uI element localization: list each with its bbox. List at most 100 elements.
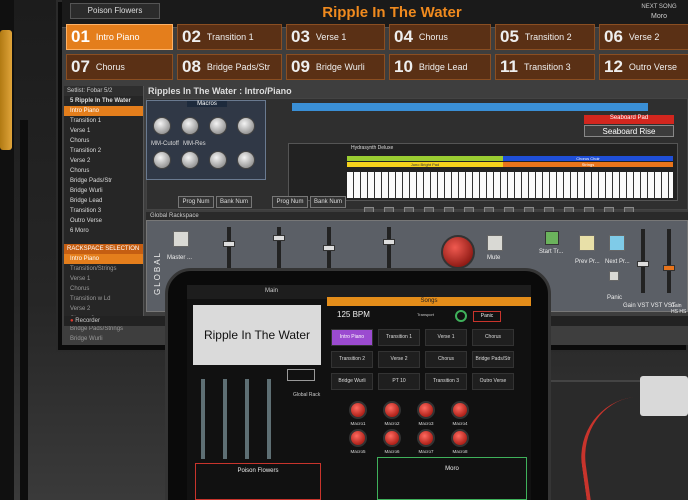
rackspace-item[interactable]: Verse 1 [64, 274, 143, 284]
song-part-06[interactable]: 06 Verse 2 [599, 24, 688, 50]
macro-knob-2[interactable] [181, 117, 199, 135]
tablet-part-button[interactable]: Outro Verse [472, 373, 514, 390]
tablet-part-button[interactable]: Chorus [425, 351, 467, 368]
bank-num-1[interactable]: Bank Num [216, 196, 252, 208]
fader-3[interactable] [323, 245, 335, 251]
setlist-part[interactable]: Transition 3 [64, 206, 143, 216]
tablet-macro-knob[interactable] [349, 401, 367, 419]
macro-knob-3[interactable] [209, 117, 227, 135]
setlist-select[interactable]: Fobar 5/2 [87, 88, 113, 94]
start-label: Start Tr... [539, 249, 564, 255]
tablet-slider-2[interactable] [223, 379, 227, 459]
start-button[interactable] [545, 231, 559, 245]
tab-songs[interactable]: Songs [327, 297, 531, 306]
fader-2[interactable] [273, 235, 285, 241]
tablet-macro-knob[interactable] [451, 429, 469, 447]
tablet-part-button[interactable]: Transition 1 [378, 329, 420, 346]
setlist-part[interactable]: Transition 2 [64, 146, 143, 156]
setlist-part[interactable]: Bridge Wurli [64, 186, 143, 196]
tab-main[interactable]: Main [265, 288, 278, 294]
prev-preset-button[interactable] [579, 235, 595, 251]
song-part-04[interactable]: 04 Chorus [389, 24, 491, 50]
song-part-11[interactable]: 11 Transition 3 [495, 54, 595, 80]
setlist-part[interactable]: Transition 1 [64, 116, 143, 126]
record-icon[interactable]: ● [70, 318, 74, 324]
tablet-slider-4[interactable] [267, 379, 271, 459]
tablet-slider-3[interactable] [245, 379, 249, 459]
next-song-button[interactable]: NEXT SONG Moro [634, 2, 684, 22]
macro-knob-4[interactable] [237, 117, 255, 135]
setlist-part[interactable]: Verse 2 [64, 156, 143, 166]
tablet-macro-knob[interactable] [451, 401, 469, 419]
rackspace-item[interactable]: Intro Piano [64, 254, 143, 264]
rackspace-item[interactable]: Bridge Wurli [64, 334, 143, 344]
prog-num-1[interactable]: Prog Num [178, 196, 214, 208]
tablet-slider-1[interactable] [201, 379, 205, 459]
rackspace-item[interactable]: Verse 2 [64, 304, 143, 314]
song-part-05[interactable]: 05 Transition 2 [495, 24, 595, 50]
tablet-part-button[interactable]: Chorus [472, 329, 514, 346]
song-part-01[interactable]: 01 Intro Piano [66, 24, 173, 50]
volume-knob[interactable] [441, 235, 475, 269]
fader-4[interactable] [383, 239, 395, 245]
song-part-03[interactable]: 03 Verse 1 [286, 24, 385, 50]
tablet-macro-knob[interactable] [383, 429, 401, 447]
gain-vst-fader[interactable] [637, 261, 649, 267]
tablet-macro-knob[interactable] [349, 429, 367, 447]
prev-song-button[interactable]: Poison Flowers [70, 3, 160, 19]
rackspace-item[interactable]: Chorus [64, 284, 143, 294]
song-part-name: Verse 1 [315, 32, 347, 42]
tablet-part-button[interactable]: Bridge Pads/Str [472, 351, 514, 368]
setlist-part[interactable]: Bridge Pads/Str [64, 176, 143, 186]
setlist-part[interactable]: Chorus [64, 166, 143, 176]
macro-knob-5[interactable] [153, 151, 171, 169]
panic-button[interactable] [609, 271, 619, 281]
next-preset-button[interactable] [609, 235, 625, 251]
tablet-part-button[interactable]: Intro Piano [331, 329, 373, 346]
tablet-macro-knob[interactable] [383, 401, 401, 419]
tablet-part-button[interactable]: PT 10 [378, 373, 420, 390]
rackspace-item[interactable]: Transition/Strings [64, 264, 143, 274]
rackspace-item[interactable]: Transition w Ld [64, 294, 143, 304]
song-part-02[interactable]: 02 Transition 1 [177, 24, 282, 50]
tablet-bpm[interactable]: 125 BPM [337, 310, 370, 319]
macro-knob-7[interactable] [209, 151, 227, 169]
tablet-panic-button[interactable]: Panic [473, 311, 501, 322]
tablet-part-button[interactable]: Bridge Wurli [331, 373, 373, 390]
setlist-part[interactable]: Intro Piano [64, 106, 143, 116]
tablet-macro-knob[interactable] [417, 429, 435, 447]
macro-knob-6[interactable] [181, 151, 199, 169]
master-button[interactable] [173, 231, 189, 247]
macro-knob-1[interactable] [153, 117, 171, 135]
tablet-part-button[interactable]: Verse 2 [378, 351, 420, 368]
song-part-12[interactable]: 12 Outro Verse [599, 54, 688, 80]
tablet-part-button[interactable]: Verse 1 [425, 329, 467, 346]
tablet-part-button[interactable]: Transition 3 [425, 373, 467, 390]
setlist-part[interactable]: Verse 1 [64, 126, 143, 136]
tablet-macro-knob[interactable] [417, 401, 435, 419]
song-part-name: Transition 1 [206, 32, 254, 42]
tablet-part-button[interactable]: Transition 2 [331, 351, 373, 368]
bank-num-2[interactable]: Bank Num [310, 196, 346, 208]
fader-1[interactable] [223, 241, 235, 247]
gain-hs-fader[interactable] [663, 265, 675, 271]
setlist-part[interactable]: Chorus [64, 136, 143, 146]
mute-button[interactable] [487, 235, 503, 251]
seaboard-rise[interactable]: Seaboard Rise [584, 125, 674, 137]
setlist-next-song[interactable]: 6 Moro [64, 226, 143, 236]
song-part-09[interactable]: 09 Bridge Wurli [286, 54, 385, 80]
tablet-next-song[interactable]: Moro [377, 457, 527, 500]
synth-name: Hydrasynth Deluxe [351, 145, 394, 151]
tablet-play-indicator[interactable] [455, 310, 467, 322]
setlist-song[interactable]: 5 Ripple In The Water [64, 96, 143, 106]
song-part-07[interactable]: 07 Chorus [66, 54, 173, 80]
setlist-part[interactable]: Bridge Lead [64, 196, 143, 206]
song-part-10[interactable]: 10 Bridge Lead [389, 54, 491, 80]
keyboard[interactable] [347, 172, 673, 198]
setlist-part[interactable]: Outro Verse [64, 216, 143, 226]
res-label: MM-Res [183, 141, 206, 147]
prog-num-2[interactable]: Prog Num [272, 196, 308, 208]
macro-knob-8[interactable] [237, 151, 255, 169]
tablet-prev-song[interactable]: Poison Flowers [195, 463, 321, 500]
song-part-08[interactable]: 08 Bridge Pads/Str [177, 54, 282, 80]
